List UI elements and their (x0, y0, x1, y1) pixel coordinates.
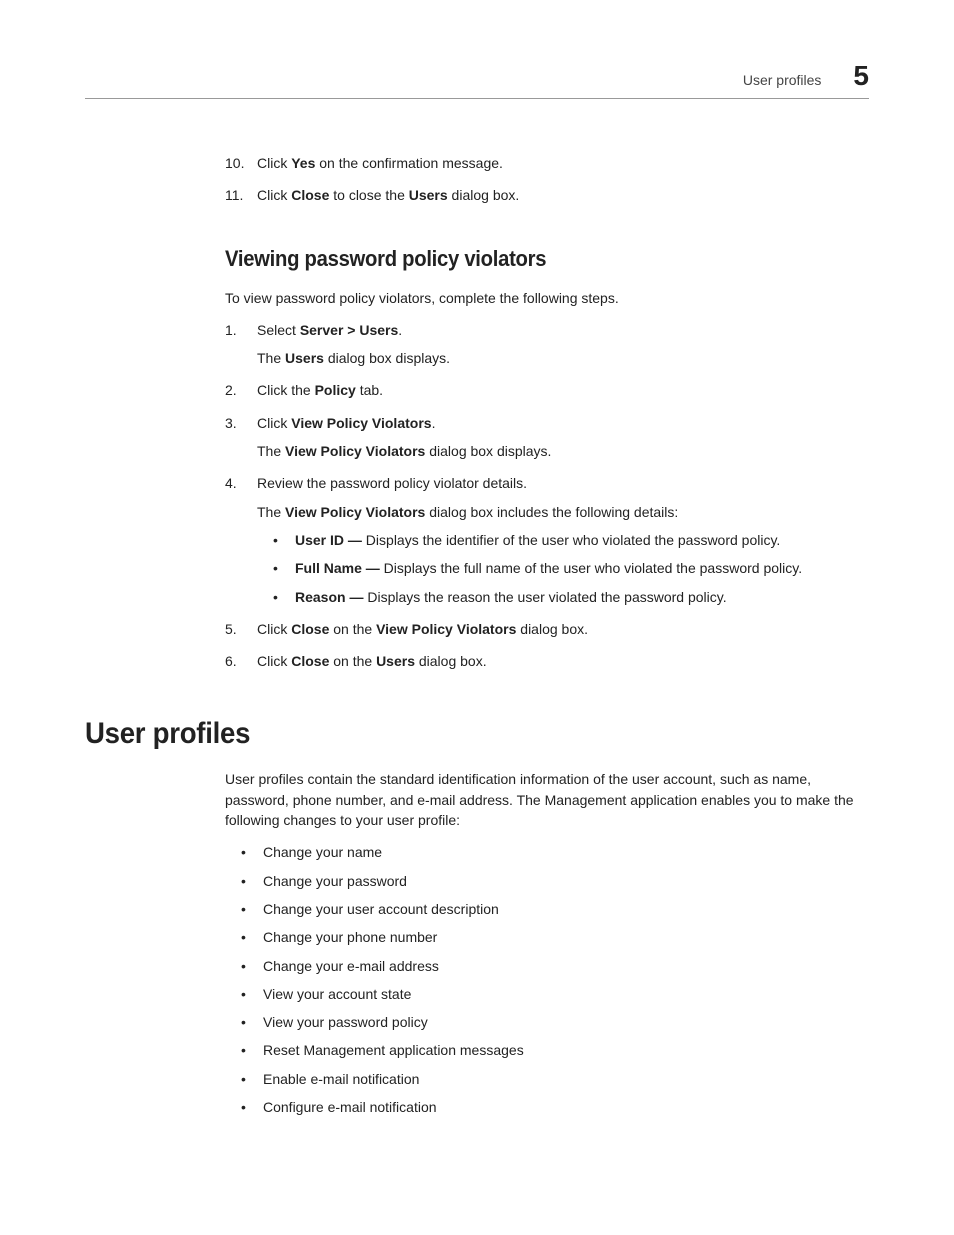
header-title: User profiles (743, 72, 822, 88)
step-text: Click Close on the View Policy Violators… (257, 621, 588, 637)
content-body: 10. Click Yes on the confirmation messag… (225, 153, 869, 671)
bullet-full-name: Full Name — Displays the full name of th… (273, 558, 869, 578)
step-number: 11. (225, 185, 243, 205)
list-item: View your password policy (241, 1012, 869, 1032)
step-4: 4. Review the password policy violator d… (225, 473, 869, 606)
heading-viewing-password-policy-violators: Viewing password policy violators (225, 246, 817, 272)
step-text: Review the password policy violator deta… (257, 475, 527, 491)
step-2: 2. Click the Policy tab. (225, 380, 869, 400)
step-text: Click the Policy tab. (257, 382, 383, 398)
step-sub: The View Policy Violators dialog box dis… (257, 441, 869, 461)
list-item: Reset Management application messages (241, 1040, 869, 1060)
step-text: Click Close on the Users dialog box. (257, 653, 487, 669)
detail-bullets: User ID — Displays the identifier of the… (273, 530, 869, 607)
heading-user-profiles: User profiles (85, 717, 806, 751)
step-sub: The View Policy Violators dialog box inc… (257, 502, 869, 522)
step-11: 11. Click Close to close the Users dialo… (225, 185, 869, 205)
step-text: Select Server > Users. (257, 322, 402, 338)
steps-list: 1. Select Server > Users. The Users dial… (225, 320, 869, 672)
user-profiles-intro: User profiles contain the standard ident… (225, 769, 869, 830)
step-1: 1. Select Server > Users. The Users dial… (225, 320, 869, 369)
step-number: 10. (225, 153, 244, 173)
intro-paragraph: To view password policy violators, compl… (225, 288, 869, 308)
list-item: Change your e-mail address (241, 956, 869, 976)
step-5: 5. Click Close on the View Policy Violat… (225, 619, 869, 639)
list-item: Change your password (241, 871, 869, 891)
step-sub: The Users dialog box displays. (257, 348, 869, 368)
list-item: View your account state (241, 984, 869, 1004)
step-number: 6. (225, 651, 237, 671)
step-text: Click View Policy Violators. (257, 415, 435, 431)
list-item: Change your name (241, 842, 869, 862)
list-item: Change your user account description (241, 899, 869, 919)
chapter-number: 5 (853, 60, 869, 92)
bullet-reason: Reason — Displays the reason the user vi… (273, 587, 869, 607)
step-10: 10. Click Yes on the confirmation messag… (225, 153, 869, 173)
step-number: 2. (225, 380, 237, 400)
list-item: Configure e-mail notification (241, 1097, 869, 1117)
page-header: User profiles 5 (85, 60, 869, 99)
steps-continued-list: 10. Click Yes on the confirmation messag… (225, 153, 869, 206)
step-text: Click Close to close the Users dialog bo… (257, 187, 519, 203)
profile-changes-list: Change your name Change your password Ch… (241, 842, 869, 1117)
step-number: 1. (225, 320, 237, 340)
step-number: 4. (225, 473, 237, 493)
step-number: 5. (225, 619, 237, 639)
step-number: 3. (225, 413, 237, 433)
step-text: Click Yes on the confirmation message. (257, 155, 503, 171)
step-6: 6. Click Close on the Users dialog box. (225, 651, 869, 671)
content-body-2: User profiles contain the standard ident… (225, 769, 869, 1117)
step-3: 3. Click View Policy Violators. The View… (225, 413, 869, 462)
section-user-profiles: User profiles (85, 717, 869, 751)
bullet-user-id: User ID — Displays the identifier of the… (273, 530, 869, 550)
list-item: Change your phone number (241, 927, 869, 947)
page: User profiles 5 10. Click Yes on the con… (85, 60, 869, 1125)
list-item: Enable e-mail notification (241, 1069, 869, 1089)
